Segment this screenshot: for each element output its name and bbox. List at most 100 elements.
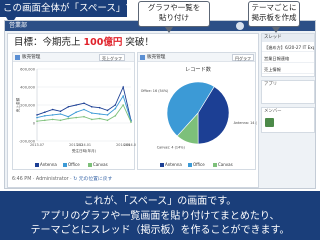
data-point	[75, 111, 77, 113]
x-tick-label: 2014.07	[124, 143, 136, 147]
legend-swatch-antenna	[160, 162, 164, 167]
data-point	[130, 121, 132, 123]
legend-swatch-office	[63, 162, 67, 167]
caption-line-1: これが、「スペース」の画面です。	[83, 196, 237, 207]
footer-meta: 6:46 PM · Administrator ·	[12, 177, 74, 182]
legend-swatch-canvas	[213, 162, 217, 167]
y-tick-label: 200,000	[20, 104, 36, 108]
data-point	[114, 107, 117, 110]
pie-chart-legend: Antenna Office Canvas	[138, 161, 255, 170]
x-tick-label: 2014.01	[77, 143, 91, 147]
data-point	[122, 104, 124, 106]
x-axis-label: 受注日時(年月)	[72, 148, 97, 153]
data-point	[75, 116, 77, 119]
y-tick-label: 600,000	[20, 68, 36, 72]
space-main: 目標：今期売上 100億円 突破！ 販売管理 売上グラフ -200,000 0 20…	[7, 33, 259, 188]
y-axis-label: 売上金額	[15, 97, 20, 112]
pie-slice-label: Office: 16 (54%)	[141, 89, 169, 93]
caption-line-2: アプリのグラフや一覧画面を貼り付けてまとめたり、	[40, 210, 280, 222]
pie-chart-panel: 販売管理 円グラフ レコード数 Antenna: 14 (41%) Canvas: …	[137, 52, 257, 170]
thread-item[interactable]: 【進め方】6/20-27 IT Expo	[262, 43, 314, 52]
line-chart-legend: Antenna Office Canvas	[13, 161, 134, 170]
data-point	[59, 113, 62, 115]
data-point	[98, 113, 101, 115]
legend-label-office: Office	[68, 162, 80, 167]
user-avatar[interactable]	[236, 22, 244, 30]
app-icon	[140, 55, 145, 60]
legend-item-canvas: Canvas	[88, 162, 108, 168]
data-point	[91, 106, 93, 108]
callout-create-boards-line-2: 掲示板を作成	[251, 13, 297, 22]
legend-label-canvas: Canvas	[218, 162, 233, 167]
data-point	[51, 108, 54, 111]
pie-chart-panel-header: 販売管理 円グラフ	[138, 53, 255, 62]
callout-create-boards-line-1: テーマごとに	[251, 3, 297, 12]
legend-item-canvas: Canvas	[213, 162, 233, 168]
data-point	[67, 106, 70, 108]
data-point	[106, 119, 109, 122]
data-point	[59, 110, 62, 113]
data-point	[83, 108, 85, 111]
data-point	[114, 104, 117, 106]
data-point	[36, 114, 38, 116]
callout-paste-charts: グラフや一覧を 貼り付け	[138, 1, 210, 27]
data-point	[59, 119, 62, 122]
y-tick-label: 0	[33, 122, 36, 126]
slide: この画面全体が「スペース」です グラフや一覧を 貼り付け テーマごとに 掲示板を…	[0, 0, 320, 240]
legend-label-antenna: Antenna	[40, 162, 57, 167]
pie-chart: レコード数 Antenna: 14 (41%) Canvas: 4 (14%) Off…	[141, 65, 257, 150]
pie-slice-label: Canvas: 4 (14%)	[157, 146, 186, 150]
thread-list-header: スレッド	[262, 34, 314, 42]
data-point	[122, 95, 124, 97]
goal-amount: 100億円	[83, 37, 123, 48]
app-window: 営業部 目標：今期売上 100億円 突破！ 販売管理 売上グラフ -200,00…	[4, 20, 316, 189]
series-line-canvas	[36, 104, 132, 123]
member-list-label: メンバー	[264, 109, 282, 114]
space-title[interactable]: 営業部	[9, 21, 27, 31]
line-chart-panel-header: 販売管理 売上グラフ	[13, 53, 134, 62]
space-goal: 目標：今期売上 100億円 突破！	[14, 36, 154, 49]
legend-item-antenna: Antenna	[35, 162, 57, 168]
data-point	[91, 118, 93, 121]
data-point	[98, 117, 101, 120]
legend-swatch-antenna	[35, 162, 39, 167]
data-point	[75, 104, 77, 106]
app-list: アプリ	[261, 80, 315, 104]
line-chart-panel: 販売管理 売上グラフ -200,000 0 200,000 400,000 600,00…	[12, 52, 136, 170]
slide-caption: これが、「スペース」の画面です。 アプリのグラフや一覧画面を貼り付けてまとめたり…	[0, 191, 320, 240]
pie-chart-panel-title[interactable]: 販売管理	[147, 53, 165, 62]
data-point	[122, 86, 124, 88]
restore-position-link[interactable]: ↻ 元の位置に戻す	[73, 177, 112, 182]
data-point	[98, 106, 101, 109]
member-list: メンバー	[261, 107, 315, 133]
data-point	[67, 117, 70, 120]
pie-title: レコード数	[185, 65, 212, 73]
legend-label-office: Office	[193, 162, 205, 167]
x-tick-label: 2013.07	[30, 143, 44, 147]
pie-chart-view-select[interactable]: 円グラフ	[232, 54, 254, 61]
thread-list: スレッド 【進め方】6/20-27 IT Expo 営業日報連絡 売上情報	[261, 33, 315, 77]
data-point	[44, 115, 46, 117]
line-chart: -200,0000200,000400,000600,0002013.07 201…	[15, 68, 136, 154]
member-avatar[interactable]	[265, 118, 274, 127]
data-point	[51, 114, 54, 116]
line-chart-panel-title[interactable]: 販売管理	[22, 53, 40, 62]
thread-item[interactable]: 営業日報連絡	[262, 54, 314, 63]
data-point	[36, 116, 38, 119]
callout-create-boards: テーマごとに 掲示板を作成	[248, 1, 300, 27]
data-point	[83, 115, 85, 118]
thread-item[interactable]: 売上情報	[262, 65, 314, 74]
data-point	[91, 112, 93, 114]
goal-suffix: 突破！	[125, 37, 154, 48]
legend-item-office: Office	[63, 162, 80, 168]
callout-create-boards-pointer	[272, 27, 280, 33]
data-point	[83, 102, 85, 104]
data-point	[106, 109, 109, 112]
app-icon	[15, 55, 20, 60]
data-point	[36, 120, 38, 122]
callout-paste-charts-line-1: グラフや一覧を	[147, 3, 201, 12]
space-sidebar: スレッド 【進め方】6/20-27 IT Expo 営業日報連絡 売上情報 アプ…	[261, 33, 315, 188]
app-list-label: アプリ	[264, 82, 278, 87]
space-footer: 6:46 PM · Administrator · ↻ 元の位置に戻す	[12, 174, 256, 185]
line-chart-view-select[interactable]: 売上グラフ	[99, 54, 125, 61]
